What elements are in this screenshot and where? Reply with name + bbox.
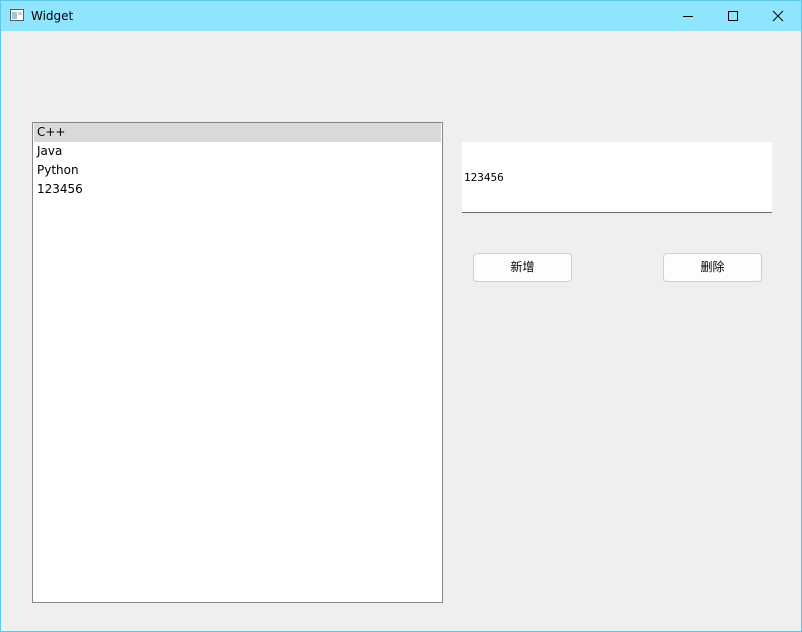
list-item-label: Java: [37, 144, 63, 158]
list-item[interactable]: C++: [34, 123, 441, 142]
list-item[interactable]: 123456: [34, 180, 441, 199]
window-title: Widget: [31, 9, 74, 23]
text-edit-value: 123456: [464, 171, 504, 184]
close-button[interactable]: [755, 1, 801, 31]
list-item-label: 123456: [37, 182, 83, 196]
delete-button[interactable]: 删除: [663, 253, 762, 282]
maximize-button[interactable]: [710, 1, 756, 31]
minimize-button[interactable]: [665, 1, 711, 31]
app-window-icon: [10, 9, 24, 21]
list-item-label: C++: [37, 125, 66, 139]
close-icon: [772, 10, 784, 22]
list-item[interactable]: Java: [34, 142, 441, 161]
list-item[interactable]: Python: [34, 161, 441, 180]
minimize-icon: [683, 16, 693, 17]
maximize-icon: [728, 11, 738, 21]
title-bar[interactable]: Widget: [1, 1, 801, 31]
widget-window: Widget C++ Java Python 123456 123456 新增 …: [0, 0, 802, 632]
list-item-label: Python: [37, 163, 79, 177]
add-button[interactable]: 新增: [473, 253, 572, 282]
language-list[interactable]: C++ Java Python 123456: [32, 122, 443, 603]
text-edit-field[interactable]: 123456: [462, 142, 772, 213]
